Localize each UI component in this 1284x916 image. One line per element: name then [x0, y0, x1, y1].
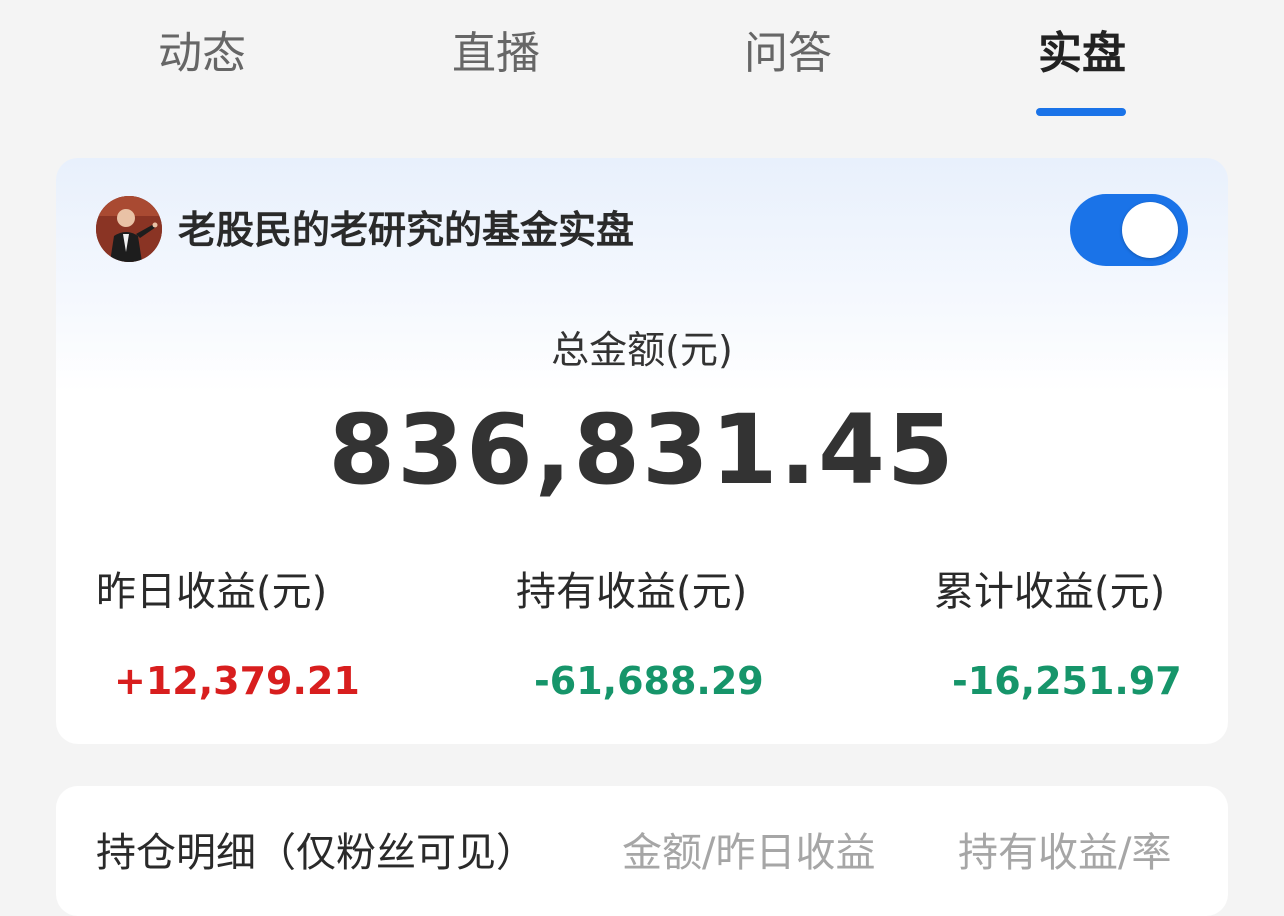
visibility-toggle[interactable] — [1070, 194, 1188, 266]
stat-yesterday: 昨日收益(元) +12,379.21 — [96, 564, 396, 706]
column-amount-daily[interactable]: 金额/昨日收益 — [622, 826, 875, 880]
user-avatar-icon — [96, 196, 162, 262]
top-tab-bar: 动态 直播 问答 实盘 — [0, 0, 1284, 130]
holdings-title: 持仓明细（仅粉丝可见） — [96, 830, 536, 876]
stat-yesterday-value: +12,379.21 — [114, 659, 360, 703]
tab-dynamics[interactable]: 动态 — [122, 22, 282, 86]
stat-yesterday-label: 昨日收益(元) — [96, 569, 328, 615]
portfolio-summary-card: 老股民的老研究的基金实盘 总金额(元) 836,831.45 昨日收益(元) +… — [56, 158, 1228, 744]
column-holding-return[interactable]: 持有收益/率 — [958, 826, 1171, 880]
tab-qa[interactable]: 问答 — [708, 22, 868, 86]
portfolio-title: 老股民的老研究的基金实盘 — [178, 208, 635, 252]
stat-cumulative-value: -16,251.97 — [952, 659, 1182, 703]
stat-cumulative: 累计收益(元) -16,251.97 — [934, 564, 1228, 706]
active-tab-indicator — [1036, 108, 1126, 116]
avatar[interactable] — [96, 196, 162, 262]
tab-live[interactable]: 直播 — [416, 22, 576, 86]
stat-holding-value: -61,688.29 — [534, 659, 764, 703]
stat-cumulative-label: 累计收益(元) — [934, 569, 1166, 615]
total-amount-value: 836,831.45 — [328, 394, 956, 506]
total-amount-label: 总金额(元) — [551, 328, 733, 372]
toggle-knob — [1122, 202, 1178, 258]
stat-holding-label: 持有收益(元) — [516, 569, 748, 615]
stat-holding: 持有收益(元) -61,688.29 — [516, 564, 816, 706]
tab-portfolio[interactable]: 实盘 — [1002, 22, 1162, 86]
holdings-card: 持仓明细（仅粉丝可见） 金额/昨日收益 持有收益/率 — [56, 786, 1228, 916]
